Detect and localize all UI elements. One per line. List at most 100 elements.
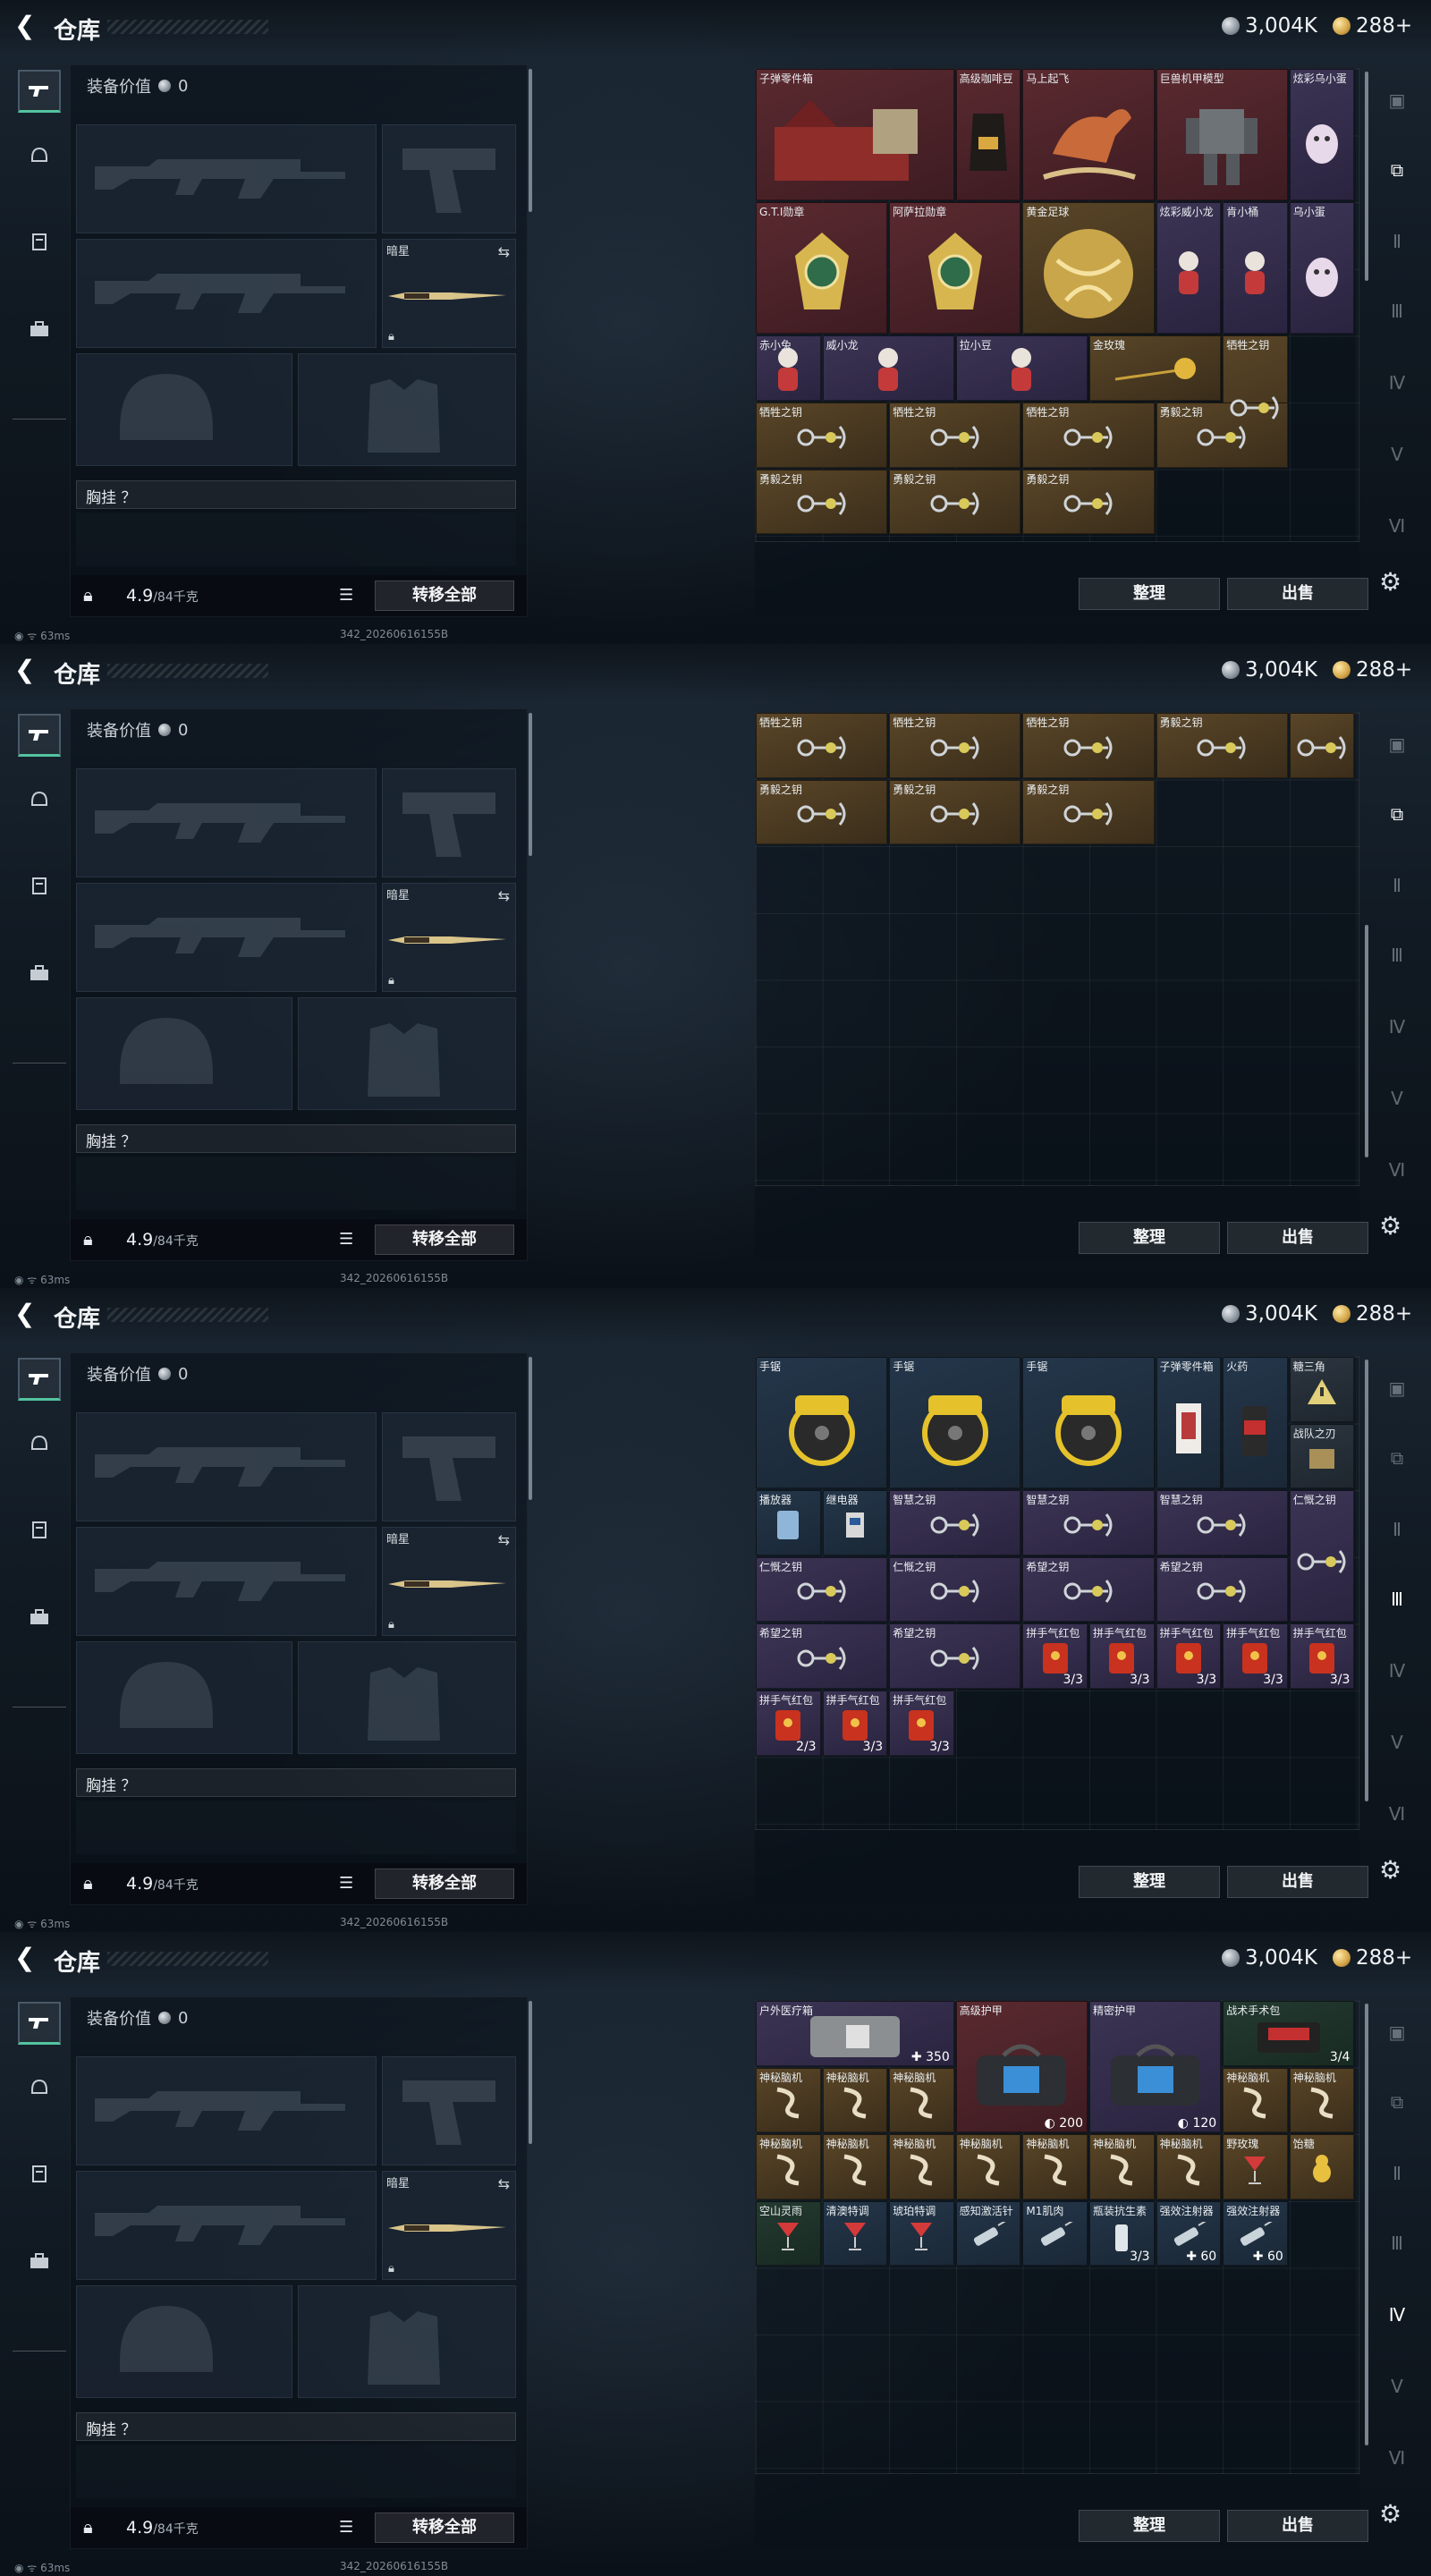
- stash-item[interactable]: 拼手气红包 3/3: [1089, 1623, 1155, 1689]
- stash-item[interactable]: 仁慨之钥: [889, 1556, 1021, 1623]
- stash-item[interactable]: 战队之刃: [1289, 1423, 1355, 1489]
- stash-tab-3-icon[interactable]: Ⅲ: [1377, 2224, 1417, 2263]
- stash-item[interactable]: 神秘脑机: [889, 2067, 954, 2133]
- stash-item[interactable]: G.T.I勋章: [756, 202, 888, 335]
- stash-tab-all-icon[interactable]: ▣: [1377, 80, 1417, 120]
- primary-weapon-slot[interactable]: [76, 124, 377, 233]
- stash-item[interactable]: 高级护甲 ◐ 200: [955, 2001, 1088, 2133]
- melee-slot[interactable]: 暗星 ⇆ 🔒︎: [382, 1527, 516, 1636]
- stash-item[interactable]: 神秘脑机: [822, 2067, 888, 2133]
- stash-item[interactable]: 感知激活针: [955, 2200, 1021, 2267]
- stash-item[interactable]: 清澳特调: [822, 2200, 888, 2267]
- silver-currency[interactable]: 3,004K: [1222, 1946, 1317, 1970]
- stash-item[interactable]: 神秘脑机: [822, 2134, 888, 2199]
- pistol-slot[interactable]: [382, 1412, 516, 1521]
- stash-item[interactable]: 神秘脑机: [1022, 2134, 1088, 2199]
- chest-rig-header[interactable]: 胸挂 ？: [76, 480, 516, 509]
- stash-item[interactable]: 炫彩威小龙: [1156, 202, 1222, 335]
- stash-item[interactable]: 拼手气红包 3/3: [822, 1690, 888, 1756]
- stash-tab-6-icon[interactable]: Ⅵ: [1377, 506, 1417, 546]
- stash-item[interactable]: 子弹零件箱: [1156, 1357, 1222, 1489]
- stash-scrollbar[interactable]: [1365, 72, 1368, 281]
- helmet-slot[interactable]: [76, 353, 292, 466]
- stash-item[interactable]: 高级咖啡豆: [955, 69, 1021, 201]
- melee-slot[interactable]: 暗星 ⇆ 🔒︎: [382, 883, 516, 992]
- stash-item[interactable]: 饴糖: [1289, 2134, 1355, 2199]
- stash-item[interactable]: 手锯: [889, 1357, 1021, 1489]
- stash-item[interactable]: 希望之钥: [756, 1623, 888, 1689]
- stash-item[interactable]: 牺牲之钥: [889, 713, 1021, 778]
- stash-tab-6-icon[interactable]: Ⅵ: [1377, 1794, 1417, 1834]
- sort-button[interactable]: 整理: [1079, 578, 1220, 610]
- stash-tab-6-icon[interactable]: Ⅵ: [1377, 2438, 1417, 2478]
- stash-item[interactable]: 勇毅之钥: [1022, 469, 1155, 535]
- armor-tab-icon[interactable]: [18, 864, 61, 907]
- armor-slot[interactable]: [298, 997, 516, 1110]
- swap-icon[interactable]: ⇆: [498, 243, 510, 260]
- stash-tab-2-icon[interactable]: Ⅱ: [1377, 866, 1417, 905]
- primary-weapon-slot[interactable]: [76, 1412, 377, 1521]
- stash-item[interactable]: 勇毅之钥: [756, 779, 888, 845]
- helmet-slot[interactable]: [76, 1641, 292, 1754]
- stash-item[interactable]: 牺牲之钥: [1022, 713, 1155, 778]
- stash-item[interactable]: 琥珀特调: [889, 2200, 954, 2267]
- transfer-all-button[interactable]: 转移全部: [375, 580, 514, 611]
- sell-button[interactable]: 出售: [1227, 578, 1368, 610]
- stash-item[interactable]: 乌小蛋: [1289, 202, 1355, 335]
- back-arrow-icon[interactable]: ❮: [14, 657, 41, 683]
- stash-item[interactable]: 子弹零件箱: [756, 69, 954, 201]
- gold-currency[interactable]: 288+: [1333, 14, 1412, 38]
- stash-item[interactable]: 空山灵雨: [756, 2200, 821, 2267]
- helmet-tab-icon[interactable]: [18, 134, 61, 177]
- melee-slot[interactable]: 暗星 ⇆ 🔒︎: [382, 2171, 516, 2280]
- primary-weapon-slot[interactable]: [76, 768, 377, 877]
- stash-item[interactable]: 精密护甲 ◐ 120: [1089, 2001, 1222, 2133]
- swap-icon[interactable]: ⇆: [498, 1531, 510, 1548]
- settings-gear-icon[interactable]: ⚙: [1379, 567, 1401, 597]
- backpack-tab-icon[interactable]: [18, 952, 61, 995]
- silver-currency[interactable]: 3,004K: [1222, 1302, 1317, 1326]
- backpack-tab-icon[interactable]: [18, 1596, 61, 1639]
- pistol-slot[interactable]: [382, 2056, 516, 2165]
- stash-tab-4-icon[interactable]: Ⅳ: [1377, 363, 1417, 402]
- stash-item[interactable]: 神秘脑机: [1223, 2067, 1288, 2133]
- stash-item[interactable]: M1肌肉: [1022, 2200, 1088, 2267]
- stash-tab-2-icon[interactable]: Ⅱ: [1377, 2154, 1417, 2193]
- swap-icon[interactable]: ⇆: [498, 2175, 510, 2192]
- weight-lock-icon[interactable]: 🔒︎: [83, 1872, 93, 1894]
- stash-item[interactable]: 神秘脑机: [889, 2134, 954, 2199]
- stash-tab-3-icon[interactable]: Ⅲ: [1377, 936, 1417, 975]
- stash-tab-all-icon[interactable]: ▣: [1377, 724, 1417, 764]
- weight-lock-icon[interactable]: 🔒︎: [83, 2516, 93, 2538]
- primary-weapon-slot[interactable]: [76, 2056, 377, 2165]
- chest-rig-area[interactable]: [76, 513, 516, 566]
- weight-lock-icon[interactable]: 🔒︎: [83, 1228, 93, 1250]
- helmet-slot[interactable]: [76, 2285, 292, 2398]
- transfer-all-button[interactable]: 转移全部: [375, 1224, 514, 1255]
- chest-rig-header[interactable]: 胸挂 ？: [76, 1768, 516, 1797]
- stash-tab-2-icon[interactable]: Ⅱ: [1377, 1510, 1417, 1549]
- helmet-tab-icon[interactable]: [18, 2066, 61, 2109]
- stash-item[interactable]: 牺牲之钥: [1022, 402, 1155, 468]
- weapon-tab-icon[interactable]: [18, 1358, 61, 1401]
- stash-item[interactable]: 拉小豆: [955, 335, 1088, 401]
- stash-tab-2-icon[interactable]: Ⅱ: [1377, 222, 1417, 261]
- stash-tab-3-icon[interactable]: Ⅲ: [1377, 292, 1417, 331]
- stash-item[interactable]: 希望之钥: [889, 1623, 1021, 1689]
- stash-item[interactable]: 神秘脑机: [1156, 2134, 1222, 2199]
- silver-currency[interactable]: 3,004K: [1222, 658, 1317, 682]
- stash-item[interactable]: 希望之钥: [1156, 1556, 1288, 1623]
- stash-item[interactable]: 播放器: [756, 1490, 821, 1555]
- stash-scrollbar[interactable]: [1365, 1360, 1368, 1801]
- stash-item[interactable]: 勇毅之钥: [1156, 713, 1288, 778]
- equipment-scrollbar[interactable]: [529, 713, 532, 856]
- stash-scrollbar[interactable]: [1365, 925, 1368, 1157]
- stash-tab-collectibles-icon[interactable]: ⧉: [1377, 1438, 1417, 1478]
- chest-rig-area[interactable]: [76, 2445, 516, 2498]
- list-icon[interactable]: ☰: [339, 2518, 353, 2537]
- pistol-slot[interactable]: [382, 768, 516, 877]
- list-icon[interactable]: ☰: [339, 586, 353, 605]
- list-icon[interactable]: ☰: [339, 1874, 353, 1893]
- silver-currency[interactable]: 3,004K: [1222, 14, 1317, 38]
- sell-button[interactable]: 出售: [1227, 1222, 1368, 1254]
